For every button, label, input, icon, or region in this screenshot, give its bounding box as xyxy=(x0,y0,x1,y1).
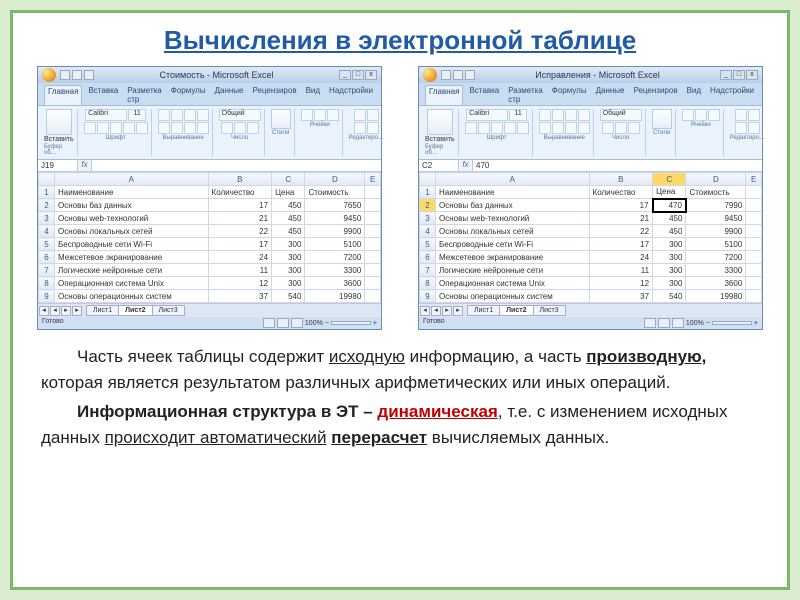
group-styles: Стили xyxy=(268,109,295,156)
window-controls: _ □ x xyxy=(339,70,377,80)
ribbon-tab: Вид xyxy=(303,85,323,105)
status-bar: Готово 100%−+ xyxy=(419,317,762,329)
group-clipboard: Вставить Буфер об… xyxy=(41,109,78,156)
ribbon-tabs: Главная Вставка Разметка стр Формулы Дан… xyxy=(38,83,381,105)
body-text: Часть ячеек таблицы содержит исходную ин… xyxy=(25,344,775,450)
excel-screenshot-left: Стоимость - Microsoft Excel _ □ x Главна… xyxy=(37,66,382,330)
status-bar: Готово 100%−+ xyxy=(38,317,381,329)
minimize-icon: _ xyxy=(720,70,732,80)
fx-icon: fx xyxy=(78,160,92,171)
spreadsheet-grid: ABCDE 1НаименованиеКоличествоЦенаСтоимос… xyxy=(419,172,762,303)
spreadsheet-grid: ABCDE 1НаименованиеКоличествоЦенаСтоимос… xyxy=(38,172,381,303)
sheet-tabs: ◂◂▸▸ Лист1 Лист2 Лист3 xyxy=(38,303,381,317)
ribbon-tabs: Главная Вставка Разметка стр Формулы Дан… xyxy=(419,83,762,105)
formula-value: 470 xyxy=(473,160,762,171)
maximize-icon: □ xyxy=(352,70,364,80)
name-box: C2 xyxy=(419,160,459,171)
ribbon-tab: Вставка xyxy=(85,85,121,105)
name-box: J19 xyxy=(38,160,78,171)
paragraph-2: Информационная структура в ЭТ – динамиче… xyxy=(41,399,759,450)
paste-icon xyxy=(46,109,72,135)
titlebar: Стоимость - Microsoft Excel _ □ x xyxy=(38,67,381,83)
group-editing: Редактиро… xyxy=(346,109,387,156)
minimize-icon: _ xyxy=(339,70,351,80)
excel-screenshot-right: Исправления - Microsoft Excel _ □ x Глав… xyxy=(418,66,763,330)
ribbon: ВставитьБуфер об… Calibri11Шрифт Выравни… xyxy=(419,105,762,160)
quick-access-toolbar xyxy=(60,70,94,80)
titlebar: Исправления - Microsoft Excel _ □ x xyxy=(419,67,762,83)
formula-value xyxy=(92,160,381,171)
group-font: Calibri11 Шрифт xyxy=(81,109,152,156)
ribbon-tab: Разметка стр xyxy=(124,85,165,105)
sheet-tabs: ◂◂▸▸ Лист1 Лист2 Лист3 xyxy=(419,303,762,317)
window-title: Стоимость - Microsoft Excel xyxy=(94,70,339,80)
ribbon-tab: Рецензиров xyxy=(249,85,299,105)
group-number: Общий Число xyxy=(216,109,265,156)
screenshots-row: Стоимость - Microsoft Excel _ □ x Главна… xyxy=(25,66,775,330)
slide-frame: Вычисления в электронной таблице Стоимос… xyxy=(10,10,790,590)
close-icon: x xyxy=(746,70,758,80)
ribbon-tab: Данные xyxy=(212,85,247,105)
group-cells: Ячейки xyxy=(298,109,343,156)
group-align: Выравнивание xyxy=(155,109,213,156)
ribbon: Вставить Буфер об… Calibri11 Шрифт Вырав… xyxy=(38,105,381,160)
ribbon-tab-home: Главная xyxy=(44,85,82,105)
paragraph-1: Часть ячеек таблицы содержит исходную ин… xyxy=(41,344,759,395)
ribbon-tab: Надстройки xyxy=(326,85,376,105)
close-icon: x xyxy=(365,70,377,80)
office-orb-icon xyxy=(42,68,56,82)
formula-bar: C2 fx 470 xyxy=(419,160,762,172)
styles-icon xyxy=(271,109,291,129)
formula-bar: J19 fx xyxy=(38,160,381,172)
maximize-icon: □ xyxy=(733,70,745,80)
window-title: Исправления - Microsoft Excel xyxy=(475,70,720,80)
ribbon-tab: Формулы xyxy=(168,85,209,105)
fx-icon: fx xyxy=(459,160,473,171)
office-orb-icon xyxy=(423,68,437,82)
slide-title: Вычисления в электронной таблице xyxy=(25,25,775,56)
